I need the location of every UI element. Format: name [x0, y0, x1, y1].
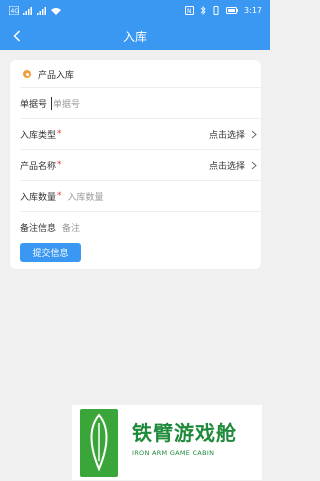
nfc-icon: N	[185, 6, 195, 15]
vibrate-icon	[213, 6, 219, 15]
form-card: 产品入库 单据号 单据号 入库类型 * 点击选择 产品名称 * 点击选择 入库数…	[10, 60, 261, 269]
row-remarks: 备注信息 备注	[20, 211, 261, 242]
sim-icon: 4G	[9, 6, 19, 15]
chevron-right-icon	[251, 161, 257, 169]
status-icons-left: 4G	[9, 6, 61, 15]
watermark-subtitle: IRON ARM GAME CABIN	[132, 449, 215, 457]
row-label: 入库类型	[20, 130, 57, 141]
row-label: 单据号	[20, 99, 48, 110]
watermark-logo	[80, 409, 118, 477]
leaf-icon	[90, 413, 108, 472]
status-icons-right: N 3:17	[185, 6, 262, 15]
row-product-name[interactable]: 产品名称 * 点击选择	[20, 149, 261, 180]
svg-text:4G: 4G	[11, 8, 20, 15]
row-label: 产品名称	[20, 161, 57, 172]
section-header: 产品入库	[23, 66, 74, 82]
battery-icon	[226, 7, 239, 14]
required-mark: *	[57, 160, 62, 170]
row-label: 入库数量	[20, 192, 57, 203]
status-bar: 4G N 3:17	[0, 0, 270, 22]
submit-button[interactable]: 提交信息	[20, 243, 81, 262]
signal-icon	[23, 6, 32, 15]
picker-text: 点击选择	[208, 161, 245, 172]
inbound-quantity-input[interactable]: 入库数量	[68, 190, 104, 203]
required-mark: *	[57, 191, 62, 201]
section-dot-icon	[23, 70, 31, 78]
status-time: 3:17	[244, 6, 262, 15]
inbound-type-picker[interactable]: 点击选择	[209, 119, 257, 149]
svg-text:N: N	[187, 8, 192, 15]
watermark: 铁臂游戏舱 IRON ARM GAME CABIN	[72, 405, 262, 480]
picker-text: 点击选择	[208, 130, 245, 141]
row-document-number: 单据号 单据号	[20, 87, 261, 118]
watermark-title: 铁臂游戏舱	[132, 421, 237, 445]
chevron-right-icon	[251, 130, 257, 138]
signal-icon-2	[37, 6, 46, 15]
row-inbound-quantity: 入库数量 * 入库数量	[20, 180, 261, 211]
remarks-input[interactable]: 备注	[62, 221, 80, 234]
bluetooth-icon	[200, 6, 206, 15]
required-mark: *	[57, 129, 62, 139]
row-label: 备注信息	[20, 223, 57, 234]
document-number-input[interactable]: 单据号	[51, 96, 80, 110]
product-name-picker[interactable]: 点击选择	[209, 150, 257, 180]
page-title: 入库	[122, 30, 147, 44]
section-title: 产品入库	[38, 70, 75, 81]
wifi-icon	[51, 7, 61, 15]
row-inbound-type[interactable]: 入库类型 * 点击选择	[20, 118, 261, 149]
nav-bar: 入库	[0, 22, 270, 50]
